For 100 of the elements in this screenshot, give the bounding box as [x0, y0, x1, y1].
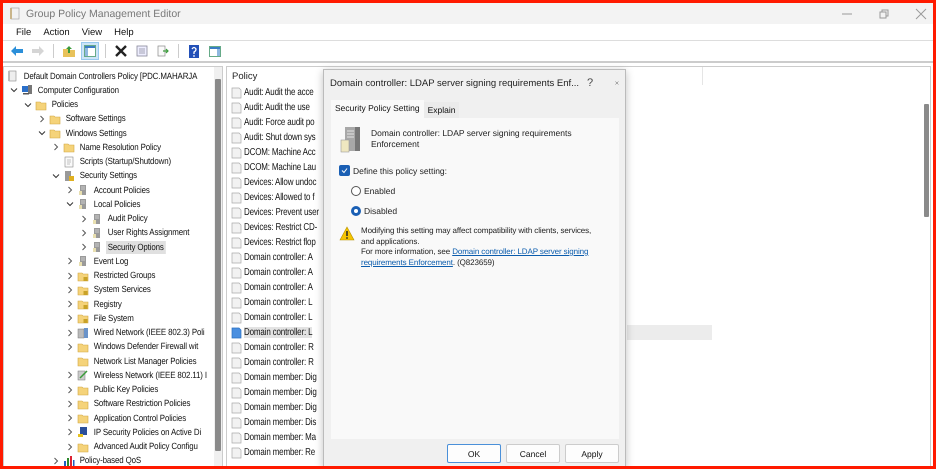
policy-name[interactable]: DCOM: Machine Lau [244, 162, 316, 173]
policy-name[interactable]: Domain member: Re [244, 447, 316, 458]
tree-item[interactable]: Restricted Groups [92, 269, 158, 282]
policy-name[interactable]: DCOM: Machine Acc [244, 147, 316, 158]
tree-item[interactable]: Windows Settings [64, 126, 128, 140]
policy-name[interactable]: Domain member: Dig [244, 387, 317, 398]
tree-item[interactable]: File System [92, 312, 136, 325]
expanded-chevron-icon[interactable] [24, 100, 32, 109]
collapsed-chevron-icon[interactable] [66, 400, 74, 408]
tree-item[interactable]: Policy-based QoS [78, 454, 143, 466]
tree-item[interactable]: User Rights Assignment [106, 226, 192, 240]
collapsed-chevron-icon[interactable] [66, 314, 74, 322]
tree-item[interactable]: Event Log [92, 254, 130, 268]
collapsed-chevron-icon[interactable] [66, 257, 74, 266]
menu-item[interactable]: View [76, 26, 108, 38]
policy-name[interactable]: Domain controller: L [244, 297, 312, 308]
policy-name[interactable]: Devices: Allowed to f [244, 192, 314, 203]
dialog-button[interactable]: Cancel [506, 444, 560, 463]
expanded-chevron-icon[interactable] [66, 200, 74, 208]
tree-item[interactable]: IP Security Policies on Active Di [92, 426, 203, 439]
tree-item[interactable]: Security Options [106, 240, 166, 254]
policy-name[interactable]: Domain member: Dis [244, 417, 316, 428]
define-checkbox[interactable] [339, 165, 350, 176]
collapsed-chevron-icon[interactable] [52, 456, 60, 465]
menu-item[interactable]: Help [109, 26, 139, 38]
policy-name[interactable]: Audit: Force audit po [244, 117, 314, 128]
tree-item[interactable]: Account Policies [92, 184, 152, 197]
back-arrow-icon [11, 46, 23, 56]
tree-item[interactable]: Public Key Policies [92, 383, 160, 396]
collapsed-chevron-icon[interactable] [80, 214, 88, 223]
scrollbar[interactable] [214, 67, 222, 466]
help-link[interactable]: Domain controller: LDAP server signing [452, 247, 588, 256]
tree-item[interactable]: Default Domain Controllers Policy [PDC.MAHARJA [22, 70, 200, 83]
expanded-chevron-icon[interactable] [52, 172, 60, 180]
policy-name[interactable]: Domain member: Ma [244, 432, 316, 443]
expanded-chevron-icon[interactable] [38, 129, 46, 138]
tree-item[interactable]: Software Settings [64, 112, 128, 126]
collapsed-chevron-icon[interactable] [66, 272, 74, 280]
collapsed-chevron-icon[interactable] [66, 286, 74, 294]
restore-icon[interactable] [878, 8, 890, 20]
tree-item[interactable]: System Services [92, 283, 153, 296]
policy-name[interactable]: Domain controller: R [244, 342, 314, 353]
dialog-button[interactable]: OK [447, 444, 501, 463]
policy-name[interactable]: Domain controller: R [244, 357, 314, 368]
tree-item[interactable]: Security Settings [78, 169, 139, 182]
collapsed-chevron-icon[interactable] [66, 371, 74, 380]
policy-name[interactable]: Domain controller: L [244, 312, 312, 323]
tree-item[interactable]: Wireless Network (IEEE 802.11) I [92, 368, 209, 382]
tree-item[interactable]: Computer Configuration [36, 84, 121, 97]
collapsed-chevron-icon[interactable] [66, 342, 74, 351]
policy-icon [231, 282, 242, 294]
policy-name[interactable]: Devices: Restrict CD- [244, 222, 318, 233]
collapsed-chevron-icon[interactable] [52, 143, 60, 152]
tree-item[interactable]: Application Control Policies [92, 412, 188, 425]
collapsed-chevron-icon[interactable] [66, 428, 74, 436]
collapsed-chevron-icon[interactable] [80, 228, 88, 237]
policy-name[interactable]: Devices: Restrict flop [244, 237, 316, 248]
tree-item[interactable]: Network List Manager Policies [92, 354, 198, 368]
collapsed-chevron-icon[interactable] [38, 114, 46, 123]
policy-name[interactable]: Domain controller: A [244, 282, 313, 293]
policy-name[interactable]: Audit: Shut down sys [244, 132, 316, 143]
collapsed-chevron-icon[interactable] [80, 243, 88, 252]
menu-item[interactable]: Action [38, 26, 75, 38]
tree-item[interactable]: Advanced Audit Policy Configu [92, 440, 200, 454]
menu-item[interactable]: File [11, 26, 36, 38]
tree-item[interactable]: Policies [50, 98, 80, 112]
tree-item[interactable]: Windows Defender Firewall wit [92, 340, 200, 354]
policy-name[interactable]: Domain controller: A [244, 267, 313, 278]
collapsed-chevron-icon[interactable] [66, 328, 74, 337]
tree-item[interactable]: Software Restriction Policies [92, 397, 192, 410]
collapsed-chevron-icon[interactable] [66, 186, 74, 194]
expanded-chevron-icon[interactable] [10, 86, 18, 94]
policy-name[interactable]: Audit: Audit the use [244, 102, 310, 113]
help-button[interactable]: ? [587, 77, 594, 89]
collapsed-chevron-icon[interactable] [66, 300, 74, 308]
policy-name[interactable]: Domain member: Dig [244, 402, 317, 413]
policy-name[interactable]: Audit: Audit the acce [244, 87, 314, 98]
collapsed-chevron-icon[interactable] [66, 414, 74, 422]
radio-button[interactable] [351, 206, 361, 216]
policy-name[interactable]: Devices: Prevent user [244, 207, 319, 218]
tree-item[interactable]: Registry [92, 298, 124, 311]
close-icon[interactable] [915, 8, 927, 20]
tree-item[interactable]: Wired Network (IEEE 802.3) Poli [92, 326, 206, 340]
policy-name[interactable]: Domain controller: A [244, 252, 313, 263]
collapsed-chevron-icon[interactable] [66, 386, 74, 394]
policy-name[interactable]: Devices: Allow undoc [244, 177, 316, 188]
help-link[interactable]: requirements Enforcement [361, 258, 453, 266]
document-icon [7, 70, 19, 82]
tab[interactable]: Security Policy Setting [331, 100, 424, 118]
tree-item[interactable]: Audit Policy [106, 212, 150, 226]
tab[interactable]: Explain [424, 102, 460, 118]
tree-item[interactable]: Scripts (Startup/Shutdown) [78, 155, 173, 168]
dialog-button[interactable]: Apply [565, 444, 619, 463]
tree-item[interactable]: Name Resolution Policy [78, 140, 163, 154]
policy-name[interactable]: Domain member: Dig [244, 372, 317, 383]
policy-icon [231, 252, 242, 264]
tree-item[interactable]: Local Policies [92, 198, 142, 211]
collapsed-chevron-icon[interactable] [66, 442, 74, 451]
policy-name[interactable]: Domain controller: L [244, 327, 312, 338]
radio-button[interactable] [351, 186, 361, 196]
